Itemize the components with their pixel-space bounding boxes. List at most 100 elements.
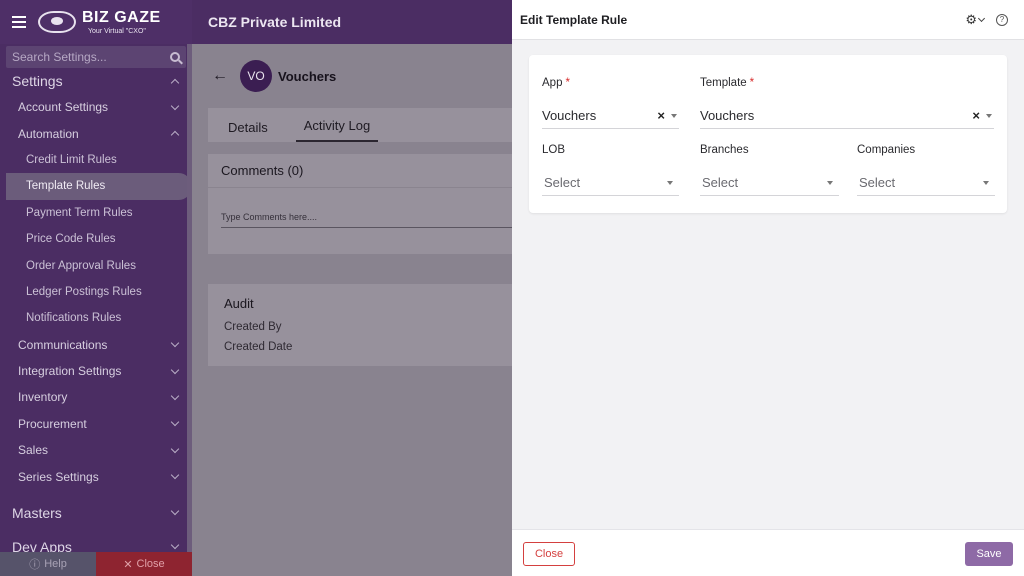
nav-item-series-settings[interactable]: Series Settings: [0, 463, 192, 489]
chevron-down-icon: [170, 101, 180, 110]
gear-icon: ⚙: [965, 11, 977, 27]
chevron-down-icon: [170, 470, 180, 480]
branches-label: Branches: [700, 144, 749, 156]
chevron-down-icon: [170, 541, 180, 550]
company-name[interactable]: CBZ Private Limited: [208, 14, 341, 30]
chevron-down-icon: [170, 507, 180, 516]
caret-down-icon[interactable]: [671, 113, 677, 118]
form-card: App * Vouchers × Template * Vouchers × LOB: [529, 55, 1007, 213]
record-panel: ← VO Vouchers Details Activity Log Comme…: [192, 44, 512, 576]
lob-field: LOB Select: [542, 144, 679, 196]
app-select[interactable]: Vouchers ×: [542, 103, 679, 129]
drawer-footer: Close Save: [512, 529, 1024, 576]
settings-menu[interactable]: ⚙: [965, 11, 986, 28]
app-field: App * Vouchers ×: [542, 77, 679, 129]
chevron-up-icon: [170, 130, 180, 140]
audit-card: Audit Created By Created Date: [208, 284, 512, 366]
nav-sub-credit-limit-rules[interactable]: Credit Limit Rules: [0, 147, 192, 173]
logo-bar: BIZ GAZE Your Virtual "CXO": [0, 0, 192, 44]
template-value: Vouchers: [700, 108, 755, 123]
caret-down-icon[interactable]: [986, 113, 992, 118]
nav-item-label: Integration Settings: [18, 364, 122, 379]
companies-field: Companies Select: [857, 144, 995, 196]
template-field: Template * Vouchers ×: [700, 77, 994, 129]
caret-down-icon[interactable]: [827, 180, 833, 185]
record-header: ← VO Vouchers: [212, 60, 336, 92]
lob-select[interactable]: Select: [542, 170, 679, 196]
app-value: Vouchers: [542, 108, 597, 123]
nav-sub-notifications-rules[interactable]: Notifications Rules: [0, 305, 192, 331]
help-circle-icon: ⓘ: [29, 559, 41, 571]
nav-item-automation[interactable]: Automation: [0, 120, 192, 146]
nav-item-label: Communications: [18, 337, 108, 352]
nav-section-label: Masters: [12, 504, 62, 521]
chevron-down-icon: [170, 391, 180, 401]
search-icon[interactable]: [170, 52, 180, 62]
nav-section-label: Settings: [12, 73, 63, 89]
chevron-down-icon: [170, 365, 180, 374]
comments-input[interactable]: Type Comments here....: [221, 206, 512, 228]
drawer-title: Edit Template Rule: [520, 12, 628, 27]
sidebar-footer: ⓘ Help ✕ Close: [0, 552, 192, 576]
nav-item-integration-settings[interactable]: Integration Settings: [0, 358, 192, 384]
sidebar-close-button[interactable]: ✕ Close: [96, 552, 192, 576]
companies-label: Companies: [857, 144, 916, 156]
clear-icon[interactable]: ×: [657, 109, 665, 122]
nav-sub-ledger-postings-rules[interactable]: Ledger Postings Rules: [0, 279, 192, 305]
record-title: Vouchers: [278, 68, 337, 84]
template-select[interactable]: Vouchers ×: [700, 103, 994, 129]
chevron-down-icon: [977, 14, 986, 22]
help-label: Help: [44, 558, 67, 570]
audit-title: Audit: [224, 296, 254, 311]
nav-item-inventory[interactable]: Inventory: [0, 384, 192, 410]
avatar: VO: [240, 60, 272, 92]
nav-item-sales[interactable]: Sales: [0, 437, 192, 463]
created-by-label: Created By: [224, 321, 282, 333]
comments-title: Comments (0): [208, 154, 512, 188]
help-icon[interactable]: ?: [996, 13, 1008, 26]
settings-nav: Settings Account Settings Automation Cre…: [0, 68, 192, 560]
nav-section-masters[interactable]: Masters: [0, 500, 192, 526]
chevron-down-icon: [170, 418, 180, 427]
template-label: Template *: [700, 77, 755, 89]
nav-item-label: Sales: [18, 443, 49, 458]
companies-select[interactable]: Select: [857, 170, 995, 196]
help-button[interactable]: ⓘ Help: [0, 552, 96, 576]
clear-icon[interactable]: ×: [972, 109, 980, 122]
nav-section-settings[interactable]: Settings: [0, 68, 192, 94]
comments-card: Comments (0) Type Comments here....: [208, 154, 512, 254]
branches-select[interactable]: Select: [700, 170, 839, 196]
back-arrow-icon[interactable]: ←: [212, 67, 228, 85]
branches-field: Branches Select: [700, 144, 839, 196]
close-button[interactable]: Close: [523, 542, 575, 566]
nav-item-label: Inventory: [18, 390, 68, 405]
drawer-tools: ⚙ ?: [965, 12, 1008, 28]
tab-details[interactable]: Details: [220, 120, 276, 142]
tab-activity-log[interactable]: Activity Log: [295, 118, 379, 142]
nav-item-label: Series Settings: [18, 469, 99, 484]
nav-item-account-settings[interactable]: Account Settings: [0, 94, 192, 120]
record-tabs: Details Activity Log: [208, 108, 512, 142]
drawer-header: Edit Template Rule ⚙ ?: [512, 0, 1024, 40]
settings-search-input[interactable]: [12, 50, 170, 64]
nav-sub-price-code-rules[interactable]: Price Code Rules: [0, 226, 192, 252]
close-label: Close: [136, 558, 165, 570]
menu-icon[interactable]: [12, 16, 26, 28]
nav-item-communications[interactable]: Communications: [0, 332, 192, 358]
nav-sub-payment-term-rules[interactable]: Payment Term Rules: [0, 200, 192, 226]
chevron-down-icon: [170, 338, 180, 348]
caret-down-icon[interactable]: [983, 180, 989, 185]
lob-label: LOB: [542, 144, 566, 156]
caret-down-icon[interactable]: [667, 180, 673, 185]
close-icon: ✕: [123, 558, 133, 571]
app-label: App *: [542, 77, 570, 89]
nav-sub-order-approval-rules[interactable]: Order Approval Rules: [0, 252, 192, 278]
edit-template-rule-drawer: Edit Template Rule ⚙ ? App * Vouchers × T…: [512, 0, 1024, 576]
nav-sub-template-rules[interactable]: Template Rules: [6, 173, 192, 200]
companies-placeholder: Select: [859, 175, 896, 190]
nav-item-procurement[interactable]: Procurement: [0, 411, 192, 437]
save-button[interactable]: Save: [965, 542, 1013, 566]
logo-tagline: Your Virtual "CXO": [88, 27, 146, 35]
chevron-up-icon: [170, 78, 180, 87]
settings-search[interactable]: [6, 46, 186, 68]
